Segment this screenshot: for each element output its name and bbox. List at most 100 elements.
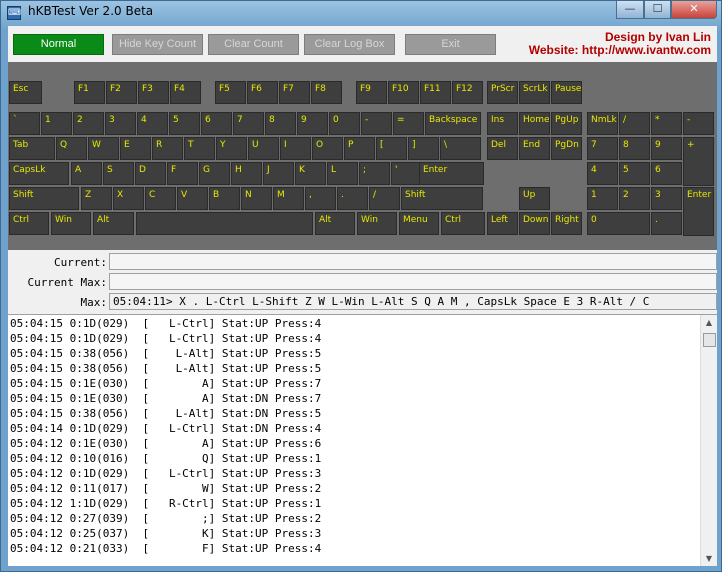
key-shift[interactable]: Shift bbox=[9, 187, 79, 210]
key-f11[interactable]: F11 bbox=[420, 81, 451, 104]
key-2[interactable]: 2 bbox=[619, 187, 650, 210]
key-space[interactable] bbox=[136, 212, 313, 235]
key-k[interactable]: K bbox=[295, 162, 326, 185]
clear-count-button[interactable]: Clear Count bbox=[208, 34, 299, 55]
close-button[interactable]: ✕ bbox=[671, 1, 717, 19]
key-i[interactable]: I bbox=[280, 137, 311, 160]
key-7[interactable]: 7 bbox=[233, 112, 264, 135]
key-2[interactable]: 2 bbox=[73, 112, 104, 135]
maximize-button[interactable]: ☐ bbox=[644, 1, 671, 19]
key-j[interactable]: J bbox=[263, 162, 294, 185]
key-a[interactable]: A bbox=[71, 162, 102, 185]
key-right[interactable]: Right bbox=[551, 212, 582, 235]
key-home[interactable]: Home bbox=[519, 112, 550, 135]
key-ctrl[interactable]: Ctrl bbox=[9, 212, 49, 235]
key-esc[interactable]: Esc bbox=[9, 81, 42, 104]
exit-button[interactable]: Exit bbox=[405, 34, 496, 55]
key-del[interactable]: Del bbox=[487, 137, 518, 160]
key-p[interactable]: P bbox=[344, 137, 375, 160]
key-8[interactable]: 8 bbox=[619, 137, 650, 160]
key-f7[interactable]: F7 bbox=[279, 81, 310, 104]
key-n[interactable]: N bbox=[241, 187, 272, 210]
key-y[interactable]: Y bbox=[216, 137, 247, 160]
key--[interactable]: * bbox=[651, 112, 682, 135]
clear-log-box-button[interactable]: Clear Log Box bbox=[304, 34, 395, 55]
key-9[interactable]: 9 bbox=[297, 112, 328, 135]
key-f6[interactable]: F6 bbox=[247, 81, 278, 104]
key-7[interactable]: 7 bbox=[587, 137, 618, 160]
key--[interactable]: - bbox=[683, 112, 714, 135]
key-1[interactable]: 1 bbox=[41, 112, 72, 135]
key--[interactable]: + bbox=[683, 137, 714, 186]
key-9[interactable]: 9 bbox=[651, 137, 682, 160]
key-6[interactable]: 6 bbox=[651, 162, 682, 185]
key-r[interactable]: R bbox=[152, 137, 183, 160]
key-alt[interactable]: Alt bbox=[93, 212, 134, 235]
key-f1[interactable]: F1 bbox=[74, 81, 105, 104]
key-8[interactable]: 8 bbox=[265, 112, 296, 135]
key-ins[interactable]: Ins bbox=[487, 112, 518, 135]
key--[interactable]: = bbox=[393, 112, 424, 135]
key-pause[interactable]: Pause bbox=[551, 81, 582, 104]
key-enter[interactable]: Enter bbox=[419, 162, 484, 185]
key-3[interactable]: 3 bbox=[651, 187, 682, 210]
key-f10[interactable]: F10 bbox=[388, 81, 419, 104]
key-alt[interactable]: Alt bbox=[315, 212, 355, 235]
scroll-up-icon[interactable]: ▲ bbox=[701, 315, 717, 331]
minimize-button[interactable]: — bbox=[616, 1, 644, 19]
key-f[interactable]: F bbox=[167, 162, 198, 185]
key-z[interactable]: Z bbox=[81, 187, 112, 210]
key-b[interactable]: B bbox=[209, 187, 240, 210]
key-scrlk[interactable]: ScrLk bbox=[519, 81, 550, 104]
key-c[interactable]: C bbox=[145, 187, 176, 210]
key-0[interactable]: 0 bbox=[587, 212, 650, 235]
key-f9[interactable]: F9 bbox=[356, 81, 387, 104]
key-v[interactable]: V bbox=[177, 187, 208, 210]
key-x[interactable]: X bbox=[113, 187, 144, 210]
key--[interactable]: ] bbox=[408, 137, 439, 160]
key-0[interactable]: 0 bbox=[329, 112, 360, 135]
key-f5[interactable]: F5 bbox=[215, 81, 246, 104]
log-scrollbar[interactable]: ▲ ▼ bbox=[700, 315, 717, 566]
key--[interactable]: . bbox=[337, 187, 368, 210]
key-enter[interactable]: Enter bbox=[683, 187, 714, 236]
key-win[interactable]: Win bbox=[51, 212, 91, 235]
key-ctrl[interactable]: Ctrl bbox=[441, 212, 485, 235]
key-q[interactable]: Q bbox=[56, 137, 87, 160]
key-m[interactable]: M bbox=[273, 187, 304, 210]
normal-button[interactable]: Normal bbox=[13, 34, 104, 55]
key-backspace[interactable]: Backspace bbox=[425, 112, 481, 135]
key-h[interactable]: H bbox=[231, 162, 262, 185]
key-u[interactable]: U bbox=[248, 137, 279, 160]
key-f4[interactable]: F4 bbox=[170, 81, 201, 104]
key-4[interactable]: 4 bbox=[137, 112, 168, 135]
key-pgup[interactable]: PgUp bbox=[551, 112, 582, 135]
key--[interactable]: [ bbox=[376, 137, 407, 160]
key-end[interactable]: End bbox=[519, 137, 550, 160]
key-g[interactable]: G bbox=[199, 162, 230, 185]
scroll-down-icon[interactable]: ▼ bbox=[701, 551, 717, 566]
key-5[interactable]: 5 bbox=[619, 162, 650, 185]
key-o[interactable]: O bbox=[312, 137, 343, 160]
key-nmlk[interactable]: NmLk bbox=[587, 112, 618, 135]
scroll-thumb[interactable] bbox=[703, 333, 716, 347]
key-4[interactable]: 4 bbox=[587, 162, 618, 185]
key-s[interactable]: S bbox=[103, 162, 134, 185]
key-w[interactable]: W bbox=[88, 137, 119, 160]
key--[interactable]: , bbox=[305, 187, 336, 210]
key-pgdn[interactable]: PgDn bbox=[551, 137, 582, 160]
key--[interactable]: ; bbox=[359, 162, 390, 185]
key-capslk[interactable]: CapsLk bbox=[9, 162, 69, 185]
key-tab[interactable]: Tab bbox=[9, 137, 55, 160]
key-e[interactable]: E bbox=[120, 137, 151, 160]
key-3[interactable]: 3 bbox=[105, 112, 136, 135]
title-bar[interactable]: ⌨ hKBTest Ver 2.0 Beta — ☐ ✕ bbox=[1, 1, 722, 25]
key-l[interactable]: L bbox=[327, 162, 358, 185]
key--[interactable]: / bbox=[619, 112, 650, 135]
key-t[interactable]: T bbox=[184, 137, 215, 160]
key-5[interactable]: 5 bbox=[169, 112, 200, 135]
key-shift[interactable]: Shift bbox=[401, 187, 483, 210]
key-f8[interactable]: F8 bbox=[311, 81, 342, 104]
key--[interactable]: ` bbox=[9, 112, 40, 135]
key-down[interactable]: Down bbox=[519, 212, 550, 235]
